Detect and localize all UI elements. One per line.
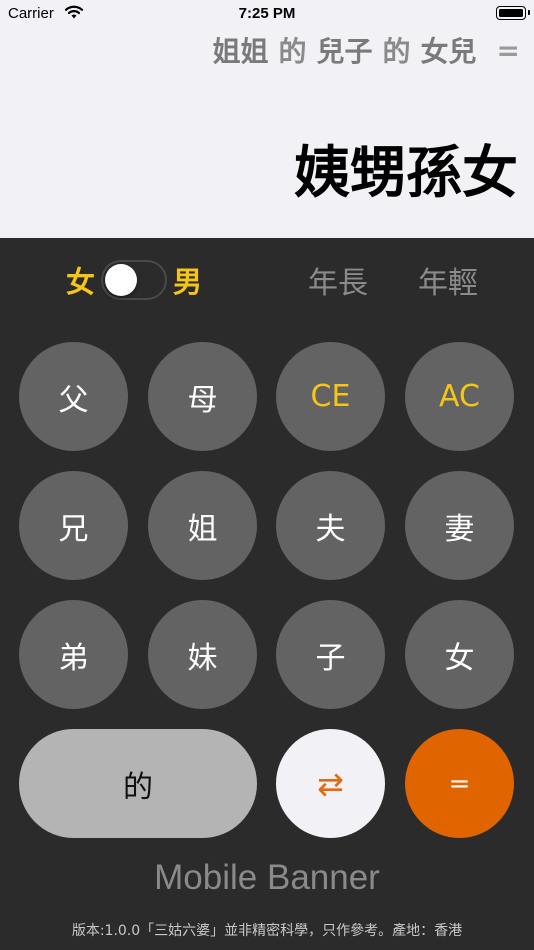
expression-line: 姐姐 的 兒子 的 女兒 = xyxy=(212,30,520,70)
key-older-sister[interactable]: 姐 xyxy=(148,471,257,580)
gender-toggle[interactable] xyxy=(101,260,168,300)
expression-term-2: 兒子 xyxy=(316,35,373,68)
expression-connector-2: 的 xyxy=(382,35,411,68)
key-of[interactable]: 的 xyxy=(19,729,257,838)
key-husband[interactable]: 夫 xyxy=(276,471,385,580)
key-wife[interactable]: 妻 xyxy=(405,471,514,580)
key-son[interactable]: 子 xyxy=(276,600,385,709)
key-clear-entry[interactable]: CE xyxy=(276,342,385,451)
key-younger-sister[interactable]: 妹 xyxy=(148,600,257,709)
toggle-knob xyxy=(105,264,138,296)
gender-male-label: 男 xyxy=(173,265,203,299)
expression-term-3: 女兒 xyxy=(420,35,477,68)
key-younger-brother[interactable]: 弟 xyxy=(19,600,128,709)
gender-female-label: 女 xyxy=(66,265,96,299)
result-text: 姨甥孫女 xyxy=(294,141,518,206)
expression-term-1: 姐姐 xyxy=(212,35,269,68)
key-mother[interactable]: 母 xyxy=(148,342,257,451)
expression-equals: = xyxy=(496,33,520,67)
key-older-brother[interactable]: 兄 xyxy=(19,471,128,580)
key-daughter[interactable]: 女 xyxy=(405,600,514,709)
age-younger-button[interactable]: 年輕 xyxy=(418,258,478,302)
gender-switch-group: 女 男 xyxy=(66,258,202,302)
key-equals[interactable]: = xyxy=(405,729,514,838)
key-all-clear[interactable]: AC xyxy=(405,342,514,451)
status-bar: Carrier 7:25 PM xyxy=(0,0,534,28)
clock: 7:25 PM xyxy=(238,5,296,22)
battery-icon xyxy=(496,6,530,20)
age-older-button[interactable]: 年長 xyxy=(308,258,368,302)
footer-text: 版本:1.0.0「三姑六婆」並非精密科學，只作參考。產地：香港 xyxy=(71,923,463,939)
mobile-banner[interactable]: Mobile Banner xyxy=(0,858,534,898)
key-swap[interactable]: ⇄ xyxy=(276,729,385,838)
key-father[interactable]: 父 xyxy=(19,342,128,451)
display-area: Carrier 7:25 PM 姐姐 的 兒子 的 女兒 = 姨甥孫女 xyxy=(0,0,534,238)
expression-connector-1: 的 xyxy=(278,35,307,68)
swap-icon: ⇄ xyxy=(317,764,344,803)
